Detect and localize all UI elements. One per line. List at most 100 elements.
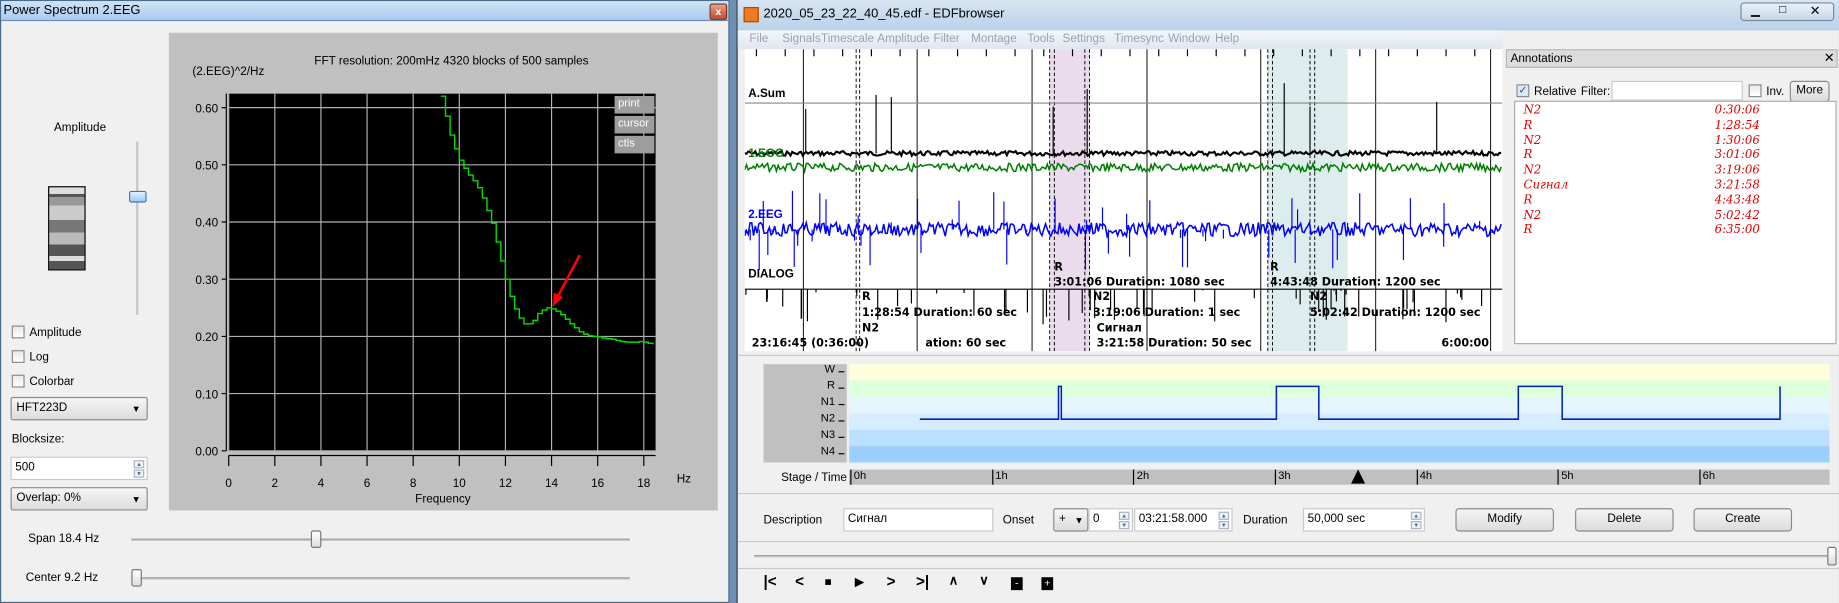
blocksize-input[interactable]: 500 ▲ ▼: [10, 456, 148, 481]
annotation-item-label[interactable]: R: [1523, 194, 1532, 207]
window-title: 2020_05_23_22_40_45.edf - EDFbrowser: [763, 7, 1005, 22]
close-icon[interactable]: x: [709, 3, 728, 20]
up-icon[interactable]: ∧: [949, 573, 958, 588]
annotation-item-label[interactable]: R: [1523, 149, 1532, 162]
center-slider-handle[interactable]: [131, 569, 142, 587]
colorbar-checkbox[interactable]: [11, 374, 25, 388]
annotation-item-label[interactable]: R: [1523, 119, 1532, 132]
prev-icon[interactable]: <: [795, 573, 804, 591]
spin-down-icon[interactable]: ▼: [1118, 521, 1130, 530]
menu-filter[interactable]: Filter: [934, 33, 960, 46]
annotation-item-label[interactable]: Сигнал: [1523, 179, 1568, 192]
create-button[interactable]: Create: [1693, 508, 1793, 532]
ctls-button[interactable]: ctls: [614, 135, 655, 154]
file-position-handle[interactable]: [1827, 546, 1837, 566]
center-label: Center 9.2 Hz: [25, 571, 99, 585]
menu-settings[interactable]: Settings: [1063, 33, 1105, 46]
first-icon[interactable]: |<: [763, 573, 776, 591]
annotation-item-time[interactable]: 4:43:48: [1715, 194, 1760, 207]
divider: [737, 567, 1839, 570]
more-button[interactable]: More: [1789, 80, 1830, 102]
chevron-down-icon: ▼: [131, 494, 141, 505]
annotation-item-label[interactable]: N2: [1523, 164, 1541, 177]
print-button[interactable]: print: [614, 96, 655, 114]
inv-checkbox[interactable]: [1748, 84, 1762, 98]
down-icon[interactable]: ∨: [979, 573, 988, 588]
hypnogram-timebar[interactable]: 0h 1h 2h 3h 4h 5h 6h: [849, 469, 1830, 485]
duration-input[interactable]: 50,000 sec ▲ ▼: [1302, 508, 1425, 532]
delete-button[interactable]: Delete: [1575, 508, 1674, 532]
annotation-tag: R: [862, 290, 871, 304]
menu-timescale[interactable]: Timescale: [821, 33, 874, 46]
annotation-item-label[interactable]: N2: [1523, 134, 1541, 147]
spin-down-icon[interactable]: ▼: [1218, 521, 1230, 530]
annotation-item-time[interactable]: 0:30:06: [1715, 104, 1760, 117]
annotation-item-time[interactable]: 3:19:06: [1715, 164, 1760, 177]
onset-time-input[interactable]: 03:21:58.000 ▲ ▼: [1134, 508, 1233, 532]
spin-up-icon[interactable]: ▲: [1218, 511, 1230, 520]
relative-checkbox[interactable]: ✓: [1516, 84, 1530, 98]
filter-input[interactable]: [1611, 80, 1743, 101]
minus-icon[interactable]: -: [1010, 577, 1023, 591]
y-tick-label: 0.60: [195, 102, 218, 115]
annotation-item-time[interactable]: 1:28:54: [1715, 119, 1760, 132]
menu-montage[interactable]: Montage: [971, 33, 1017, 46]
menu-signals[interactable]: Signals: [782, 33, 820, 46]
stage-label-n4: N4: [820, 444, 836, 458]
annotation-item-time[interactable]: 5:02:42: [1715, 209, 1760, 222]
center-slider[interactable]: [131, 577, 630, 580]
asum-trace: [744, 149, 1502, 159]
maximize-icon[interactable]: □: [1779, 4, 1786, 17]
amplitude-checkbox[interactable]: [11, 325, 25, 339]
spin-down-icon[interactable]: ▼: [1410, 521, 1422, 530]
menu-file[interactable]: File: [749, 33, 768, 46]
last-icon[interactable]: >|: [916, 573, 929, 591]
annotation-tag: N2: [1093, 290, 1111, 304]
annotation-item-label[interactable]: N2: [1523, 104, 1541, 117]
annotation-item-label[interactable]: N2: [1523, 209, 1541, 222]
spin-up-icon[interactable]: ▲: [133, 460, 145, 469]
annotation-item-time[interactable]: 3:21:58: [1715, 179, 1760, 192]
onset-sign-select[interactable]: + ▼: [1053, 508, 1089, 532]
span-slider[interactable]: [131, 538, 630, 541]
log-checkbox[interactable]: [11, 350, 25, 363]
next-icon[interactable]: >: [887, 573, 896, 591]
onset-days-input[interactable]: 0 ▲ ▼: [1088, 508, 1133, 532]
overlap-select[interactable]: Overlap: 0% ▼: [10, 487, 148, 511]
stop-icon[interactable]: ■: [824, 576, 831, 589]
annotation-item-time[interactable]: 3:01:06: [1715, 149, 1760, 162]
menu-window[interactable]: Window: [1168, 33, 1210, 46]
time-tick-label: 2h: [1133, 469, 1149, 485]
description-input[interactable]: Сигнал: [843, 508, 994, 532]
menu-tools[interactable]: Tools: [1027, 33, 1054, 46]
span-slider-handle[interactable]: [310, 530, 322, 548]
spin-up-icon[interactable]: ▲: [1118, 511, 1130, 520]
menu-amplitude[interactable]: Amplitude: [877, 33, 929, 46]
menu-timesync[interactable]: Timesync: [1114, 33, 1164, 46]
annotation-item-time[interactable]: 6:35:00: [1715, 224, 1760, 237]
stage-band: [849, 396, 1830, 414]
duration-value: 50,000 sec: [1307, 512, 1366, 526]
menu-help[interactable]: Help: [1215, 33, 1239, 46]
annotations-list[interactable]: N2 0:30:06 R 1:28:54 N2 1:30:06 R 3:01:06 N2 3:19…: [1514, 100, 1837, 345]
signal-view[interactable]: A.Sum 1.EOG 2.EEG DIALOG R 1:28:54 Durat…: [744, 49, 1503, 352]
amplitude-slider-handle[interactable]: [129, 190, 147, 203]
play-icon[interactable]: ▶: [855, 576, 864, 589]
amplitude-slider-track[interactable]: [136, 141, 139, 315]
close-icon[interactable]: ✕: [1810, 4, 1821, 19]
plus-icon[interactable]: +: [1041, 577, 1054, 591]
close-icon[interactable]: ✕: [1824, 50, 1835, 66]
cursor-button[interactable]: cursor: [614, 115, 655, 134]
spin-up-icon[interactable]: ▲: [1410, 511, 1422, 520]
time-cursor-icon[interactable]: [1351, 469, 1366, 484]
signal-label-eeg: 2.EEG: [748, 208, 783, 222]
window-function-select[interactable]: HFT223D ▼: [10, 396, 148, 421]
power-spectrum-titlebar: Power Spectrum 2.EEG x: [1, 1, 729, 22]
annotation-item-time[interactable]: 1:30:06: [1715, 134, 1760, 147]
annotation-item-label[interactable]: R: [1523, 224, 1532, 237]
modify-button[interactable]: Modify: [1455, 508, 1554, 532]
minimize-icon[interactable]: ▁: [1751, 5, 1760, 18]
time-tick-label: 6h: [1699, 469, 1715, 485]
file-position-slider[interactable]: [754, 555, 1828, 558]
spin-down-icon[interactable]: ▼: [133, 469, 145, 478]
